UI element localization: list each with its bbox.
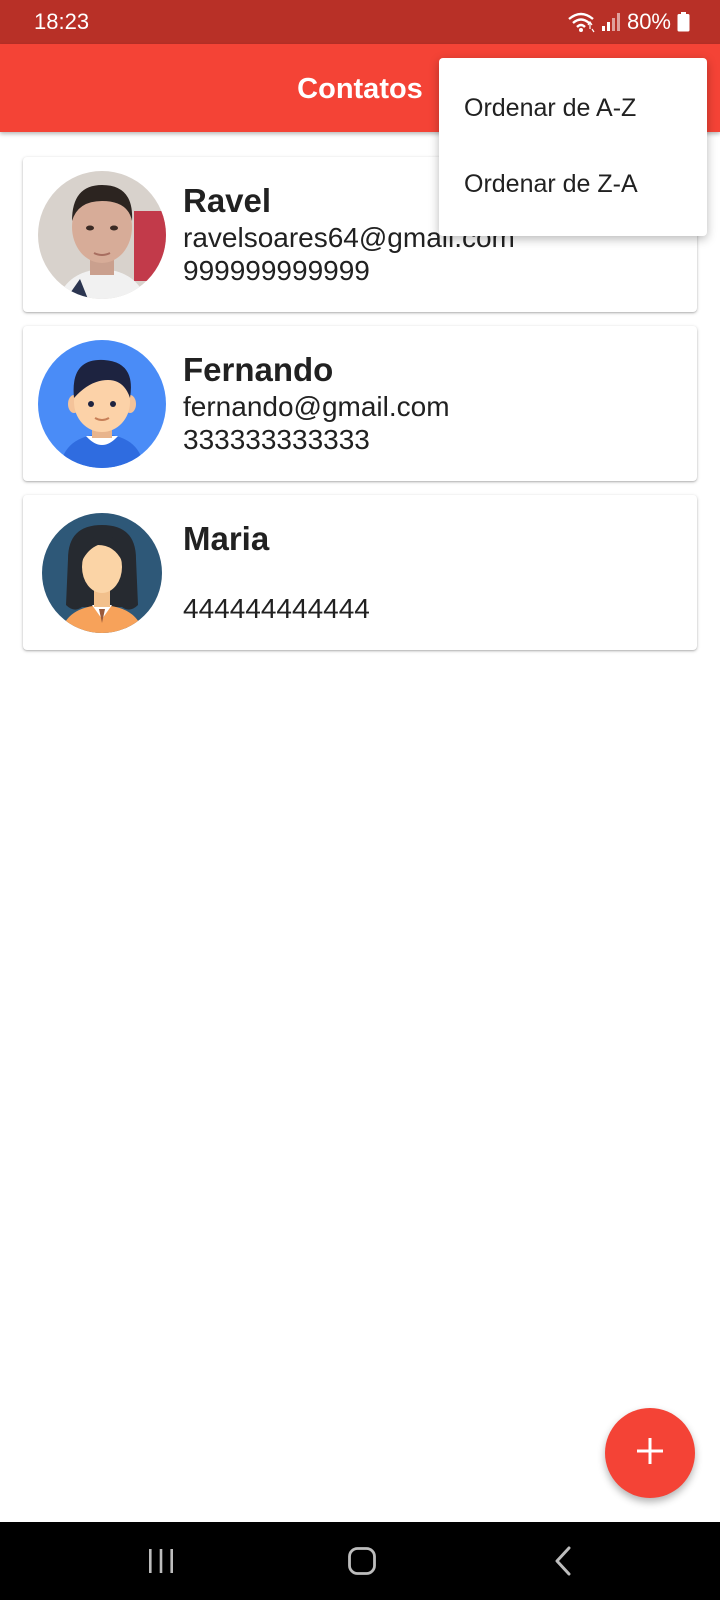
menu-item-sort-az[interactable]: Ordenar de A-Z (439, 70, 707, 146)
contact-phone: 444444444444 (183, 593, 370, 624)
battery-icon (677, 12, 690, 32)
recent-apps-icon[interactable] (139, 1539, 183, 1583)
female-avatar-icon (38, 509, 166, 637)
contact-name: Ravel (183, 182, 272, 219)
menu-item-sort-za[interactable]: Ordenar de Z-A (439, 146, 707, 222)
contact-card[interactable]: Fernando fernando@gmail.com 333333333333 (23, 326, 697, 481)
system-nav-bar (0, 1522, 720, 1600)
contact-name: Fernando (183, 351, 334, 388)
signal-icon (601, 12, 621, 32)
male-avatar-icon (38, 340, 166, 468)
add-contact-button[interactable] (605, 1408, 695, 1498)
plus-icon (637, 1437, 663, 1469)
contact-card[interactable]: Maria 444444444444 (23, 495, 697, 650)
status-time: 18:23 (34, 9, 90, 34)
contact-name: Maria (183, 520, 270, 557)
contact-phone: 999999999999 (183, 255, 370, 286)
wifi-icon (567, 11, 595, 33)
status-bar: 18:23 80% (0, 0, 720, 44)
status-icons: 80% (567, 9, 690, 35)
battery-text: 80% (626, 9, 671, 34)
sort-popup-menu: Ordenar de A-Z Ordenar de Z-A (439, 58, 707, 236)
contact-photo (38, 171, 166, 299)
home-icon[interactable] (340, 1539, 384, 1583)
contact-phone: 333333333333 (183, 424, 370, 455)
contact-email: fernando@gmail.com (183, 391, 450, 422)
back-icon[interactable] (541, 1539, 585, 1583)
